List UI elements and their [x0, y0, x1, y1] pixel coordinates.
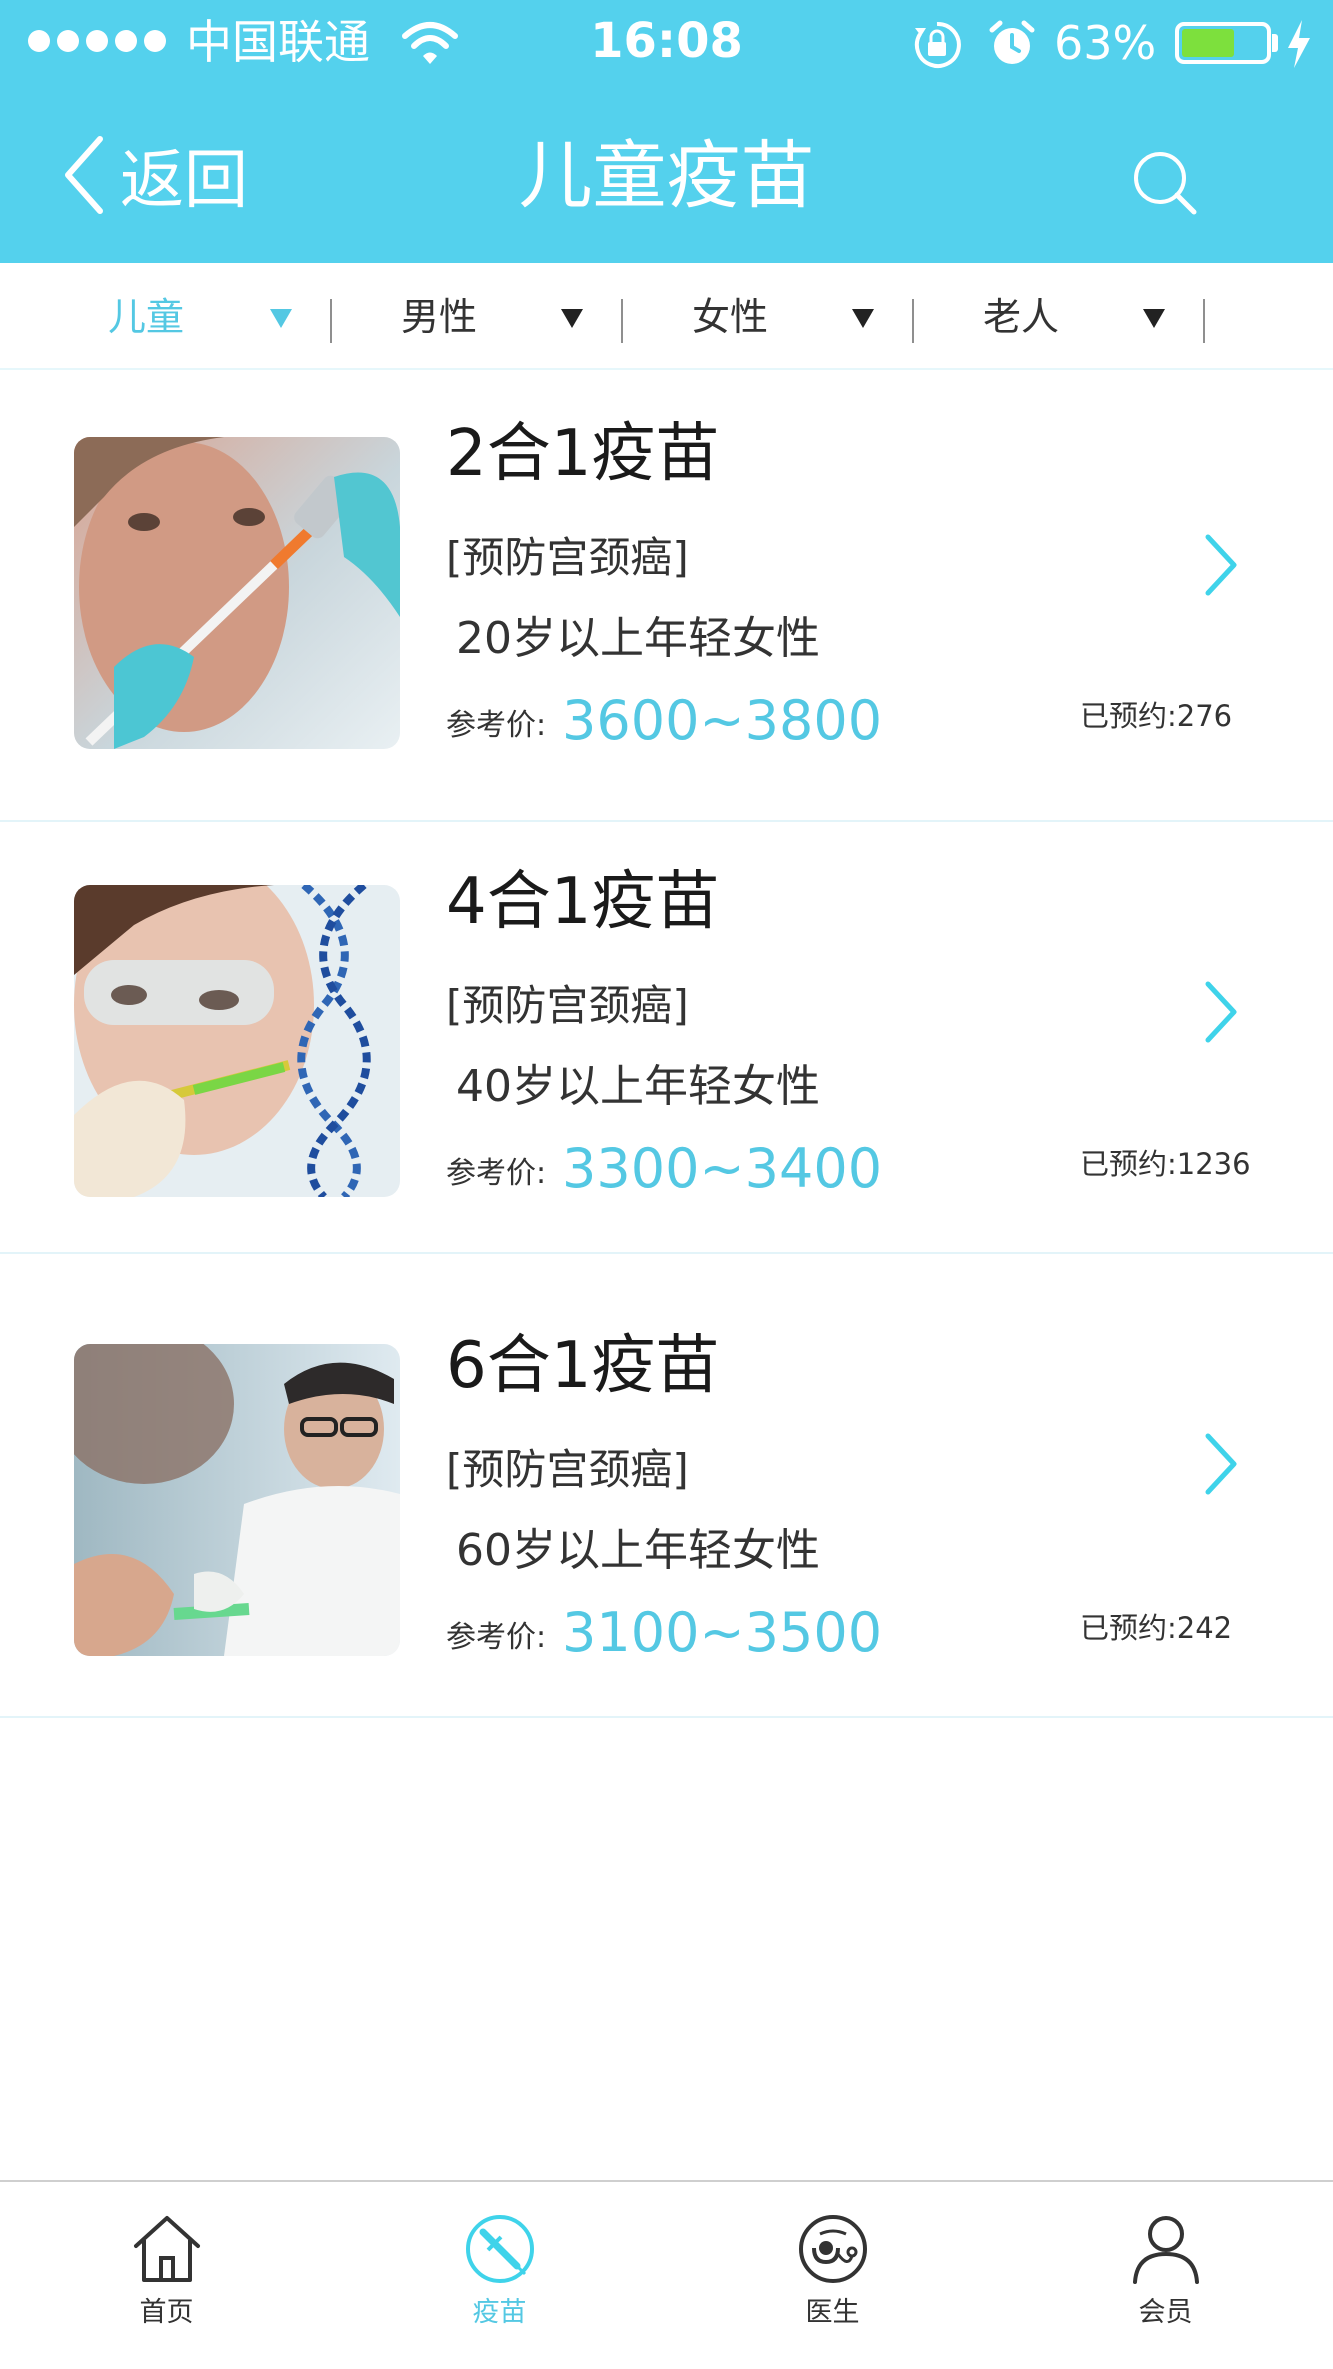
filter-tab-children[interactable]: 儿童	[40, 263, 331, 368]
price-label: 参考价:	[446, 1620, 547, 1655]
vaccine-audience: 60岁以上年轻女性	[456, 1525, 820, 1576]
status-bar: 中国联通 16:08 63%	[0, 0, 1333, 85]
home-icon	[133, 2216, 200, 2282]
filter-tab-female[interactable]: 女性	[622, 263, 913, 368]
vaccine-title: 4合1疫苗	[446, 865, 720, 939]
filter-label: 男性	[401, 295, 478, 339]
price-value: 3600~3800	[562, 689, 883, 752]
charging-icon	[1288, 20, 1310, 68]
bottom-nav: 首页 疫苗 医生 会员	[0, 2180, 1333, 2369]
caret-down-icon	[852, 309, 874, 328]
chevron-right-icon	[1205, 534, 1237, 596]
vaccine-card[interactable]: 2合1疫苗 [预防宫颈癌] 20岁以上年轻女性 参考价: 3600~3800 已…	[0, 370, 1333, 822]
vaccine-photo	[74, 885, 400, 1197]
nav-doctor[interactable]: 医生	[666, 2182, 999, 2369]
rotation-lock-icon	[914, 21, 961, 68]
nav-label: 首页	[139, 2297, 194, 2328]
filter-tab-male[interactable]: 男性	[331, 263, 622, 368]
nav-label: 医生	[805, 2297, 860, 2328]
price-value: 3100~3500	[562, 1601, 883, 1664]
caret-down-icon	[270, 309, 292, 328]
price-label: 参考价:	[446, 708, 547, 743]
chevron-right-icon	[1205, 981, 1237, 1043]
user-icon	[1132, 2216, 1199, 2284]
stethoscope-icon	[798, 2215, 867, 2283]
vaccine-audience: 20岁以上年轻女性	[456, 613, 820, 664]
header: 中国联通 16:08 63% 返回 儿童疫苗	[0, 0, 1333, 263]
battery-icon	[1175, 22, 1271, 64]
nav-label: 疫苗	[472, 2297, 527, 2328]
battery-tip	[1272, 34, 1278, 52]
vaccine-purpose: [预防宫颈癌]	[446, 533, 689, 582]
booked-count: 已预约:276	[1080, 699, 1233, 733]
filter-label: 女性	[692, 295, 769, 339]
nav-vaccine[interactable]: 疫苗	[333, 2182, 666, 2369]
nav-member[interactable]: 会员	[999, 2182, 1332, 2369]
filter-tab-elderly[interactable]: 老人	[913, 263, 1204, 368]
price-value: 3300~3400	[562, 1137, 883, 1200]
battery-percent: 63%	[1054, 16, 1157, 70]
booked-count: 已预约:242	[1080, 1611, 1233, 1645]
caret-down-icon	[561, 309, 583, 328]
caret-down-icon	[1143, 309, 1165, 328]
vaccine-audience: 40岁以上年轻女性	[456, 1061, 820, 1112]
battery-level	[1182, 29, 1234, 57]
vaccine-purpose: [预防宫颈癌]	[446, 1445, 689, 1494]
chevron-right-icon	[1205, 1433, 1237, 1495]
alarm-icon	[989, 20, 1035, 64]
nav-label: 会员	[1138, 2297, 1193, 2328]
search-icon[interactable]	[1130, 148, 1198, 216]
vaccine-purpose: [预防宫颈癌]	[446, 981, 689, 1030]
vaccine-card[interactable]: 6合1疫苗 [预防宫颈癌] 60岁以上年轻女性 参考价: 3100~3500 已…	[0, 1254, 1333, 1718]
vaccine-card[interactable]: 4合1疫苗 [预防宫颈癌] 40岁以上年轻女性 参考价: 3300~3400 已…	[0, 822, 1333, 1254]
filter-bar: 儿童 男性 女性 老人	[0, 263, 1333, 370]
filter-label: 老人	[983, 295, 1060, 339]
filter-label: 儿童	[108, 295, 185, 339]
syringe-icon	[465, 2215, 534, 2283]
vaccine-photo	[74, 1344, 400, 1656]
booked-count: 已预约:1236	[1080, 1147, 1251, 1181]
vaccine-title: 6合1疫苗	[446, 1329, 720, 1403]
vaccine-photo	[74, 437, 400, 749]
nav-home[interactable]: 首页	[0, 2182, 333, 2369]
vaccine-title: 2合1疫苗	[446, 417, 720, 491]
price-label: 参考价:	[446, 1156, 547, 1191]
divider	[1203, 299, 1205, 343]
